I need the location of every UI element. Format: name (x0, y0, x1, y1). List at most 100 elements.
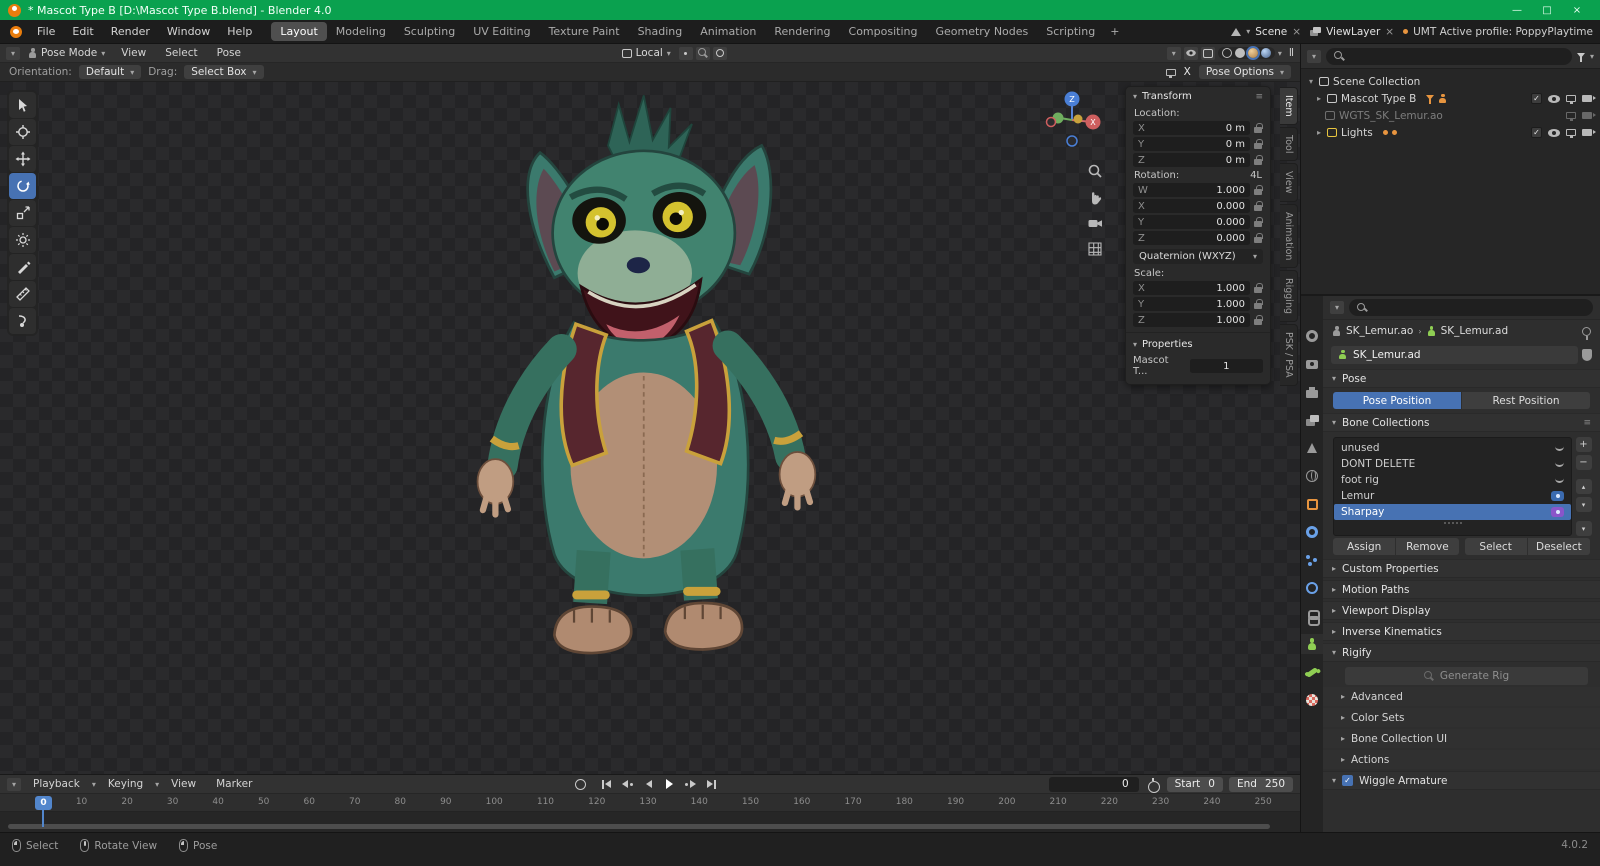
viewport-display-panel-header[interactable]: ▸ Viewport Display (1323, 601, 1600, 620)
lock-icon[interactable] (1254, 155, 1263, 165)
viewport-menu-select[interactable]: Select (157, 44, 205, 62)
viewport-menu-pose[interactable]: Pose (209, 44, 249, 62)
tab-world[interactable] (1301, 466, 1323, 486)
scale-x-field[interactable]: X 1.000 (1133, 281, 1250, 295)
workspace-tab-animation[interactable]: Animation (691, 22, 765, 41)
move-tool[interactable] (9, 146, 36, 172)
motion-paths-panel-header[interactable]: ▸ Motion Paths (1323, 580, 1600, 599)
workspace-tab-layout[interactable]: Layout (271, 22, 327, 41)
workspace-tab-scripting[interactable]: Scripting (1037, 22, 1104, 41)
workspace-tab-compositing[interactable]: Compositing (840, 22, 927, 41)
rotation-z-field[interactable]: Z 0.000 (1133, 231, 1250, 245)
disable-in-viewports-icon[interactable] (1566, 129, 1576, 138)
timeline-menu-keying[interactable]: Keying (100, 775, 151, 793)
rigify-bone-collection-ui-panel-header[interactable]: ▸ Bone Collection UI (1323, 729, 1600, 748)
workspace-tab-geometry-nodes[interactable]: Geometry Nodes (926, 22, 1037, 41)
timeline-track[interactable] (0, 812, 1300, 832)
view-layer-selector[interactable]: ViewLayer × (1310, 26, 1394, 38)
tab-object-data-armature[interactable] (1301, 634, 1323, 654)
toggle-perspective-grid-icon[interactable] (1086, 240, 1104, 258)
jump-to-start-button[interactable] (598, 777, 615, 791)
filter-icon[interactable] (1576, 52, 1585, 62)
hide-in-viewport-icon[interactable] (1548, 94, 1560, 103)
gizmo-neg-x-axis[interactable] (1045, 116, 1057, 128)
disable-in-viewports-icon[interactable] (1566, 112, 1576, 121)
lock-icon[interactable] (1254, 299, 1263, 309)
tab-view-layer[interactable] (1301, 410, 1323, 430)
current-frame-field[interactable]: 0 (1048, 776, 1139, 792)
snapping-button[interactable] (695, 46, 710, 60)
mirror-icon[interactable] (1165, 68, 1176, 78)
mirror-x-toggle[interactable]: X (1184, 66, 1191, 78)
deselect-button[interactable]: Deselect (1527, 538, 1590, 555)
breadcrumb-data[interactable]: SK_Lemur.ad (1441, 325, 1509, 337)
timeline-scrollbar[interactable] (8, 824, 1270, 829)
expand-icon[interactable]: ▸ (1315, 94, 1323, 103)
measure-tool[interactable] (9, 281, 36, 307)
expand-icon[interactable]: ▾ (1307, 77, 1315, 86)
bone-collection-row-foot-rig[interactable]: foot rig (1334, 472, 1571, 488)
rigify-advanced-panel-header[interactable]: ▸ Advanced (1323, 687, 1600, 706)
outliner-item-scene-collection[interactable]: ▾ Scene Collection (1301, 73, 1600, 90)
stopwatch-icon[interactable] (1147, 777, 1160, 793)
eye-open-icon[interactable] (1551, 491, 1564, 501)
close-button[interactable]: × (1562, 1, 1592, 19)
wireframe-shading-button[interactable] (1221, 48, 1232, 58)
scale-z-field[interactable]: Z 1.000 (1133, 313, 1250, 327)
lock-icon[interactable] (1254, 185, 1263, 195)
pose-panel-header[interactable]: ▾ Pose (1323, 369, 1600, 388)
minimize-button[interactable]: — (1502, 1, 1532, 19)
gizmo-neg-z-axis[interactable] (1066, 135, 1078, 147)
sidebar-tab-animation[interactable]: Animation (1280, 203, 1298, 269)
select-button[interactable]: Select (1464, 538, 1527, 555)
lock-icon[interactable] (1254, 233, 1263, 243)
workspace-tab-rendering[interactable]: Rendering (765, 22, 839, 41)
remove-collection-button[interactable]: − (1575, 455, 1592, 470)
pause-button[interactable]: Ⅱ (1289, 47, 1294, 59)
pivot-point-button[interactable] (678, 46, 693, 60)
tab-scene[interactable] (1301, 438, 1323, 458)
3d-viewport[interactable]: Z X ▾ Transform ≡ Location: X 0 m Y 0 m … (0, 82, 1300, 774)
maximize-button[interactable]: □ (1532, 1, 1562, 19)
tab-output[interactable] (1301, 382, 1323, 402)
rotation-y-field[interactable]: Y 0.000 (1133, 215, 1250, 229)
expand-icon[interactable]: ▸ (1315, 128, 1323, 137)
specials-menu-button[interactable]: ▾ (1575, 521, 1592, 536)
rotation-mode-dropdown[interactable]: Quaternion (WXYZ) ▾ (1133, 249, 1263, 264)
workspace-tab-texture-paint[interactable]: Texture Paint (540, 22, 629, 41)
chevron-down-icon[interactable]: ▾ (1590, 52, 1594, 61)
camera-view-icon[interactable] (1086, 214, 1104, 232)
shading-dropdown-icon[interactable]: ▾ (1278, 49, 1282, 58)
annotate-tool[interactable] (9, 254, 36, 280)
properties-editor-type-button[interactable]: ▾ (1330, 301, 1344, 314)
bone-collection-row-lemur[interactable]: Lemur (1334, 488, 1571, 504)
datablock-name-field[interactable]: SK_Lemur.ad (1331, 345, 1578, 364)
sidebar-tab-tool[interactable]: Tool (1280, 126, 1298, 162)
workspace-tab-modeling[interactable]: Modeling (327, 22, 395, 41)
orientation-setting-dropdown[interactable]: Default ▾ (78, 65, 142, 79)
material-preview-button[interactable] (1247, 48, 1258, 58)
hide-in-viewport-icon[interactable] (1548, 128, 1560, 137)
zoom-icon[interactable] (1086, 162, 1104, 180)
play-reverse-button[interactable] (640, 777, 657, 791)
unlink-view-layer-icon[interactable]: × (1385, 26, 1394, 38)
custom-property-field[interactable]: 1 (1189, 359, 1263, 373)
tab-object[interactable] (1301, 494, 1323, 514)
location-z-field[interactable]: Z0 m (1133, 153, 1250, 167)
add-collection-button[interactable]: + (1575, 437, 1592, 452)
solid-shading-button[interactable] (1234, 48, 1245, 58)
mascot-character-3d-model[interactable] (440, 90, 860, 671)
outliner-item-mascot-type-b[interactable]: ▸ Mascot Type B ✓ (1301, 90, 1600, 107)
previous-keyframe-button[interactable] (619, 777, 636, 791)
lock-icon[interactable] (1254, 139, 1263, 149)
lock-icon[interactable] (1254, 315, 1263, 325)
tab-modifiers[interactable] (1301, 522, 1323, 542)
viewport-menu-view[interactable]: View (113, 44, 154, 62)
drag-setting-dropdown[interactable]: Select Box ▾ (184, 65, 264, 79)
sidebar-tab-item[interactable]: Item (1280, 87, 1298, 125)
scale-y-field[interactable]: Y 1.000 (1133, 297, 1250, 311)
add-primitive-tool[interactable] (9, 308, 36, 334)
disable-in-renders-icon[interactable] (1582, 112, 1596, 119)
tab-bone[interactable] (1301, 662, 1323, 682)
timeline-menu-marker[interactable]: Marker (208, 775, 260, 793)
